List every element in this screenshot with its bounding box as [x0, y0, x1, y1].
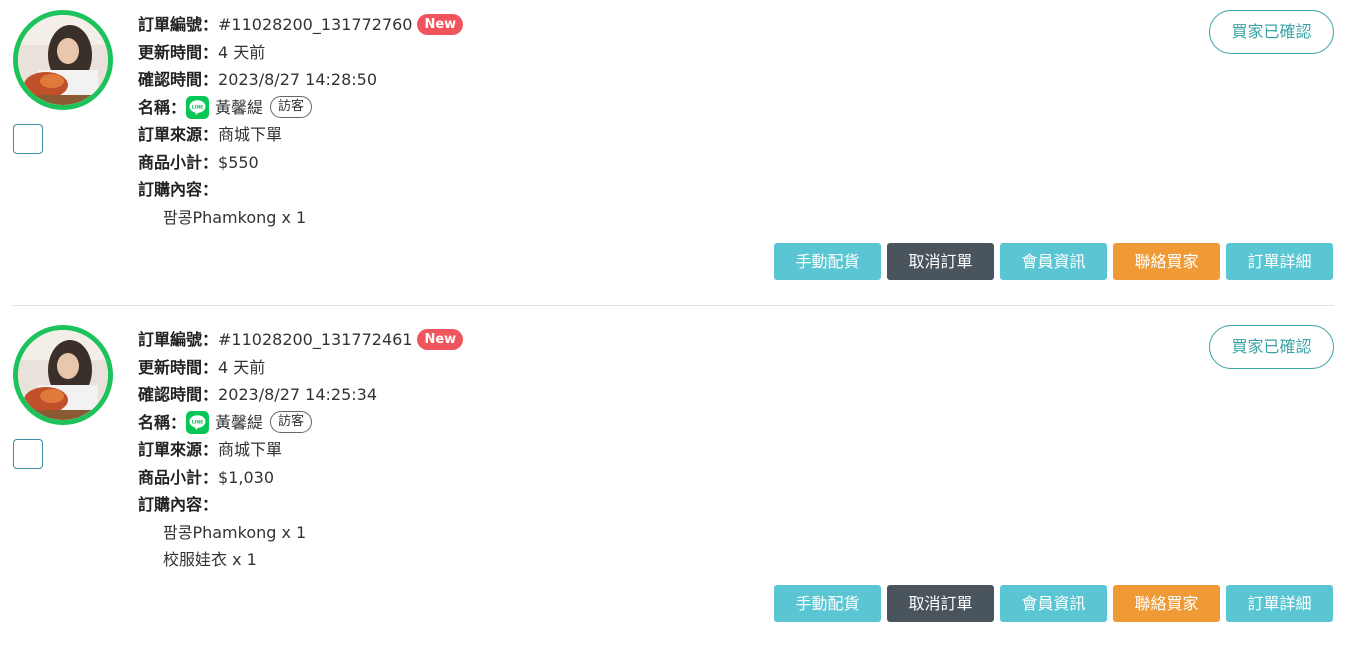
- order-actions: 手動配貨 取消訂單 會員資訊 聯絡買家 訂單詳細: [774, 585, 1333, 622]
- order-number: #11028200_131772760: [218, 15, 413, 35]
- name-label: 名稱：: [138, 412, 187, 432]
- manual-allocate-button[interactable]: 手動配貨: [774, 243, 881, 280]
- updated-value: 4 天前: [218, 42, 266, 62]
- content-label: 訂購內容：: [138, 180, 219, 200]
- subtotal-label: 商品小計：: [138, 152, 219, 172]
- source-label: 訂單來源：: [138, 125, 219, 145]
- contact-buyer-button[interactable]: 聯絡買家: [1113, 243, 1220, 280]
- source-value: 商城下單: [218, 440, 283, 460]
- order-number-label: 訂單編號：: [138, 330, 219, 350]
- order-select-checkbox[interactable]: [13, 124, 43, 154]
- avatar-photo: [18, 15, 108, 105]
- updated-value: 4 天前: [218, 357, 266, 377]
- confirmed-label: 確認時間：: [138, 70, 219, 90]
- confirmed-value: 2023/8/27 14:25:34: [218, 385, 377, 405]
- order-number-label: 訂單編號：: [138, 15, 219, 35]
- order-item: 팜콩Phamkong x 1: [163, 207, 307, 227]
- source-label: 訂單來源：: [138, 440, 219, 460]
- order-select-checkbox[interactable]: [13, 439, 43, 469]
- order-card: 訂單編號： #11028200_131772760 New 更新時間： 4 天前…: [0, 0, 1353, 305]
- order-info: 訂單編號： #11028200_131772760 New 更新時間： 4 天前…: [138, 11, 464, 231]
- order-card: 訂單編號： #11028200_131772461 New 更新時間： 4 天前…: [0, 315, 1353, 648]
- guest-badge: 訪客: [270, 411, 313, 434]
- order-item: 校服娃衣 x 1: [163, 550, 257, 570]
- confirmed-label: 確認時間：: [138, 385, 219, 405]
- buyer-confirmed-status: 買家已確認: [1209, 325, 1334, 369]
- order-details-button[interactable]: 訂單詳細: [1226, 243, 1333, 280]
- line-icon: LINE: [186, 95, 210, 119]
- confirmed-value: 2023/8/27 14:28:50: [218, 70, 377, 90]
- buyer-confirmed-status: 買家已確認: [1209, 10, 1334, 54]
- order-info: 訂單編號： #11028200_131772461 New 更新時間： 4 天前…: [138, 326, 464, 574]
- new-badge: New: [417, 329, 464, 351]
- order-actions: 手動配貨 取消訂單 會員資訊 聯絡買家 訂單詳細: [774, 243, 1333, 280]
- svg-text:LINE: LINE: [192, 419, 204, 425]
- member-info-button[interactable]: 會員資訊: [1000, 243, 1107, 280]
- svg-text:LINE: LINE: [192, 104, 204, 110]
- subtotal-value: $550: [218, 152, 259, 172]
- line-icon: LINE: [186, 410, 210, 434]
- updated-label: 更新時間：: [138, 42, 219, 62]
- customer-name[interactable]: 黃馨緹: [215, 409, 263, 436]
- customer-name[interactable]: 黃馨緹: [215, 94, 263, 121]
- manual-allocate-button[interactable]: 手動配貨: [774, 585, 881, 622]
- cancel-order-button[interactable]: 取消訂單: [887, 585, 994, 622]
- guest-badge: 訪客: [270, 96, 313, 119]
- member-info-button[interactable]: 會員資訊: [1000, 585, 1107, 622]
- contact-buyer-button[interactable]: 聯絡買家: [1113, 585, 1220, 622]
- new-badge: New: [417, 14, 464, 36]
- name-label: 名稱：: [138, 97, 187, 117]
- order-number: #11028200_131772461: [218, 330, 413, 350]
- avatar: [13, 325, 113, 425]
- avatar-photo: [18, 330, 108, 420]
- cancel-order-button[interactable]: 取消訂單: [887, 243, 994, 280]
- source-value: 商城下單: [218, 125, 283, 145]
- updated-label: 更新時間：: [138, 357, 219, 377]
- avatar: [13, 10, 113, 110]
- subtotal-value: $1,030: [218, 467, 274, 487]
- subtotal-label: 商品小計：: [138, 467, 219, 487]
- order-details-button[interactable]: 訂單詳細: [1226, 585, 1333, 622]
- order-item: 팜콩Phamkong x 1: [163, 522, 307, 542]
- order-divider: [12, 305, 1334, 306]
- content-label: 訂購內容：: [138, 495, 219, 515]
